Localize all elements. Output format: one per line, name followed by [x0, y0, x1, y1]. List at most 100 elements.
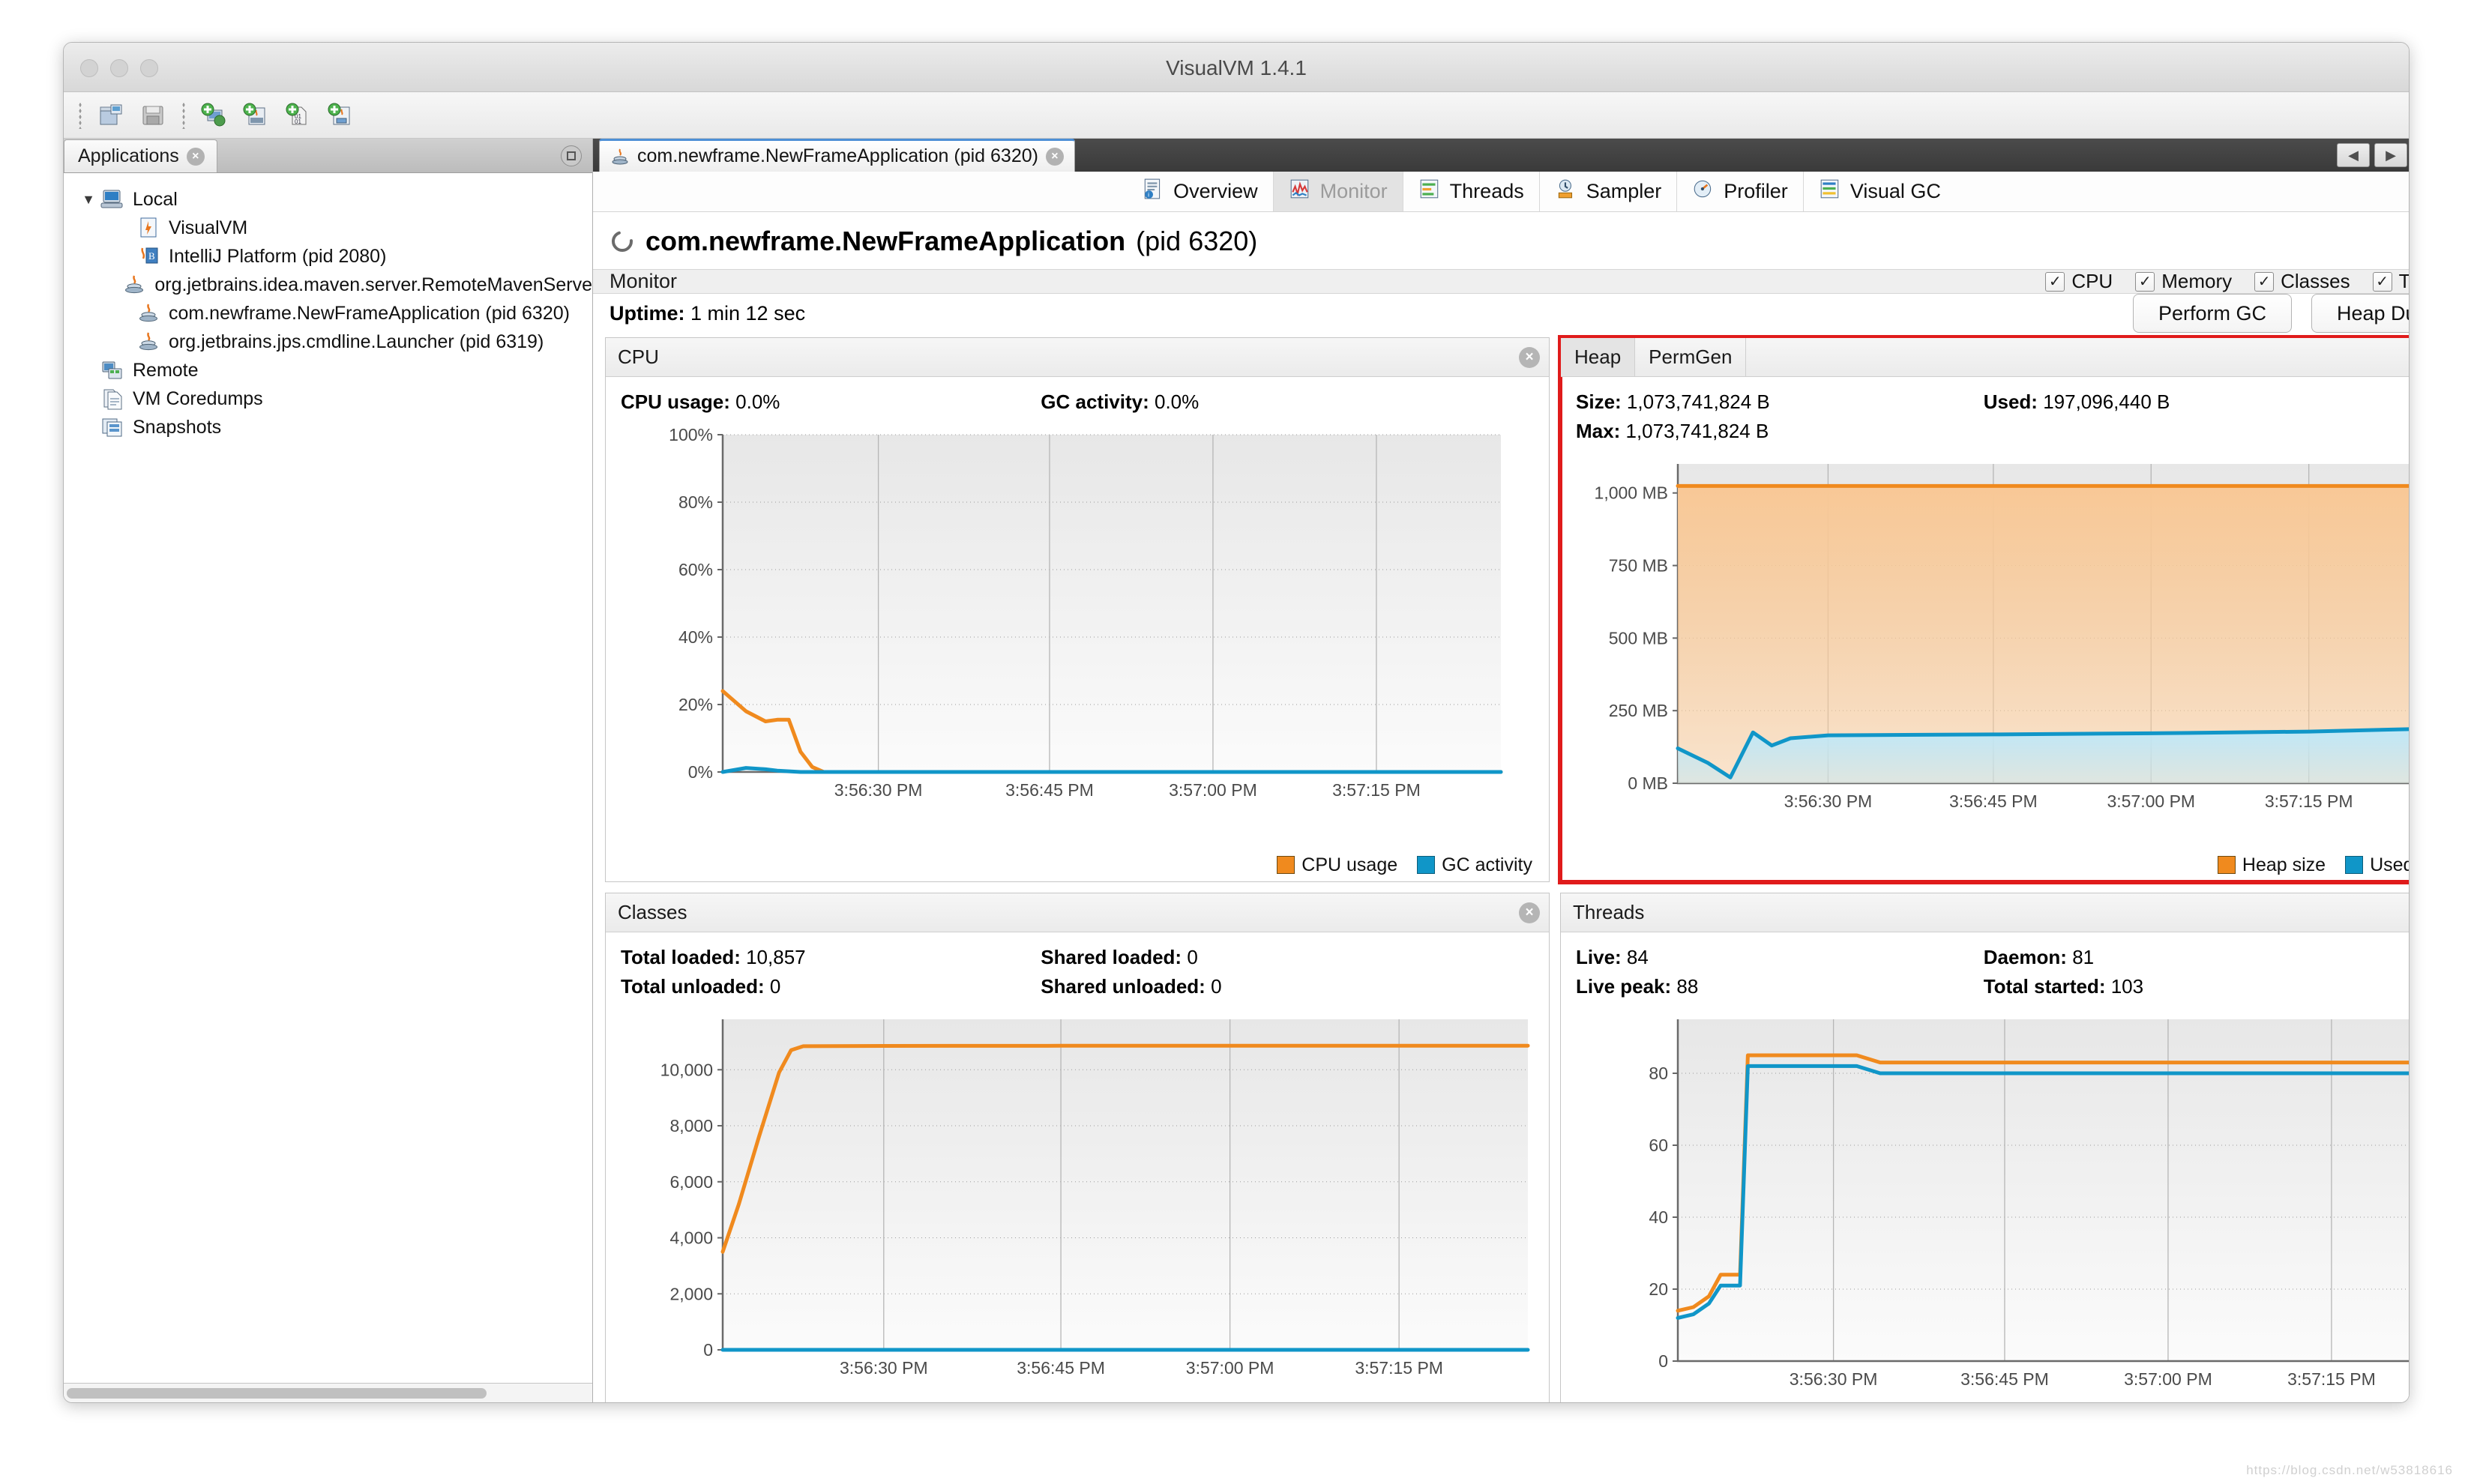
stat-value: 10,857 — [746, 946, 806, 968]
checkbox-threads[interactable]: ✓ Threads — [2372, 270, 2409, 293]
y-tick-label: 1,000 MB — [1595, 483, 1668, 503]
stat-cell: Daemon: 81 — [1984, 943, 2094, 972]
tree-item-visualvm[interactable]: VisualVM — [64, 214, 592, 242]
tab-label: Threads — [1449, 180, 1524, 202]
cpu-stats: CPU usage: 0.0% GC activity: 0.0% — [606, 377, 1549, 421]
scrollbar-thumb[interactable] — [67, 1387, 487, 1399]
cpu-legend: CPU usage GC activity — [606, 848, 1549, 881]
classes-chart[interactable]: 0 2,000 4,000 6,000 8,000 10,000 3:56:30 PM 3:5… — [606, 1006, 1549, 1402]
heap-dump-button[interactable]: Heap Dump — [2311, 294, 2409, 333]
tab-permgen[interactable]: PermGen — [1635, 338, 1747, 376]
tab-monitor[interactable]: Monitor — [1272, 172, 1403, 211]
applications-sidebar: Applications × ▼ Local VisualVM B IntelliJ P… — [64, 139, 593, 1402]
x-tick-label: 3:57:15 PM — [2287, 1369, 2376, 1389]
checkbox-classes[interactable]: ✓ Classes — [2254, 270, 2350, 293]
legend-item: GC activity — [1417, 854, 1532, 876]
x-tick-label: 3:57:15 PM — [1355, 1358, 1443, 1378]
tab-sampler[interactable]: Sampler — [1538, 172, 1677, 211]
tab-overview[interactable]: i Overview — [1127, 172, 1273, 211]
legend-item: Used heap — [2345, 854, 2410, 876]
checkmark-icon: ✓ — [2372, 271, 2392, 292]
stat-value: 81 — [2072, 946, 2095, 968]
classes-panel: Classes × Total loaded: 10,857 Shared loa… — [605, 893, 1550, 1402]
y-tick-label: 40 — [1649, 1207, 1668, 1227]
tree-item-org-jetbrains-jps-cmdline-launcher[interactable]: org.jetbrains.jps.cmdline.Launcher (pid … — [64, 328, 592, 356]
minimize-panel-icon[interactable] — [561, 145, 582, 166]
tab-profiler[interactable]: Profiler — [1676, 172, 1803, 211]
checkbox-memory[interactable]: ✓ Memory — [2135, 270, 2232, 293]
computer-icon — [100, 188, 125, 211]
classes-panel-title: Classes — [618, 901, 687, 923]
tree-item-remote[interactable]: Remote — [64, 356, 592, 384]
sidebar-horizontal-scrollbar[interactable] — [64, 1383, 592, 1402]
tree-item-org-jetbrains-idea-maven-server-remotemavenserve[interactable]: org.jetbrains.idea.maven.server.RemoteMa… — [64, 271, 592, 299]
close-icon[interactable]: × — [1045, 147, 1064, 166]
tree-item-label: com.newframe.NewFrameApplication (pid 63… — [169, 302, 570, 324]
tree-item-local[interactable]: ▼ Local — [64, 185, 592, 214]
document-tab-newframeapplication[interactable]: com.newframe.NewFrameApplication (pid 63… — [599, 139, 1075, 172]
stat-line: Size: 1,073,741,824 B Used: 197,096,440 B — [1576, 387, 2409, 417]
stat-line: Live: 84 Daemon: 81 — [1576, 943, 2409, 972]
tab-label: Monitor — [1319, 180, 1388, 202]
tab-label: Visual GC — [1850, 180, 1941, 202]
cpu-chart[interactable]: 0% 20% 40% 60% 80% 100% 3:56:30 PM 3:56:45 PM 3:… — [606, 421, 1549, 848]
threads-panel-header: Threads × — [1561, 893, 2409, 932]
legend-label: CPU usage — [1301, 854, 1398, 875]
main-toolbar: 01 01 — [64, 92, 2409, 139]
checkmark-icon: ✓ — [2045, 271, 2065, 292]
toolbar-separator-2 — [182, 101, 185, 129]
y-tick-label: 10,000 — [660, 1060, 713, 1079]
nav-back-icon[interactable]: ◀ — [2337, 143, 2370, 167]
tab-visual-gc[interactable]: Visual GC — [1802, 172, 1956, 211]
tree-item-vm[interactable]: VM Coredumps — [64, 384, 592, 413]
nav-forward-icon[interactable]: ▶ — [2374, 143, 2407, 167]
save-icon[interactable] — [136, 98, 170, 133]
x-tick-label: 3:56:30 PM — [1784, 791, 1873, 811]
y-tick-label: 0 MB — [1628, 773, 1668, 793]
add-remote-host-icon[interactable] — [197, 98, 232, 133]
stat-label: CPU usage: — [621, 390, 730, 413]
add-jmx-connection-icon[interactable] — [239, 98, 274, 133]
twisty-icon[interactable]: ▼ — [77, 192, 100, 208]
perform-gc-button[interactable]: Perform GC — [2133, 294, 2292, 333]
heap-chart[interactable]: 0 MB 250 MB 500 MB 750 MB 1,000 MB 3:56:30 PM… — [1561, 450, 2409, 848]
legend-item: CPU usage — [1277, 854, 1397, 876]
stat-label: Live peak: — [1576, 975, 1672, 998]
sampler-icon — [1555, 178, 1577, 205]
add-vm-coredump-icon[interactable]: 01 01 — [281, 98, 316, 133]
uptime-label: Uptime: — [610, 301, 685, 325]
classes-chart-svg: 0 2,000 4,000 6,000 8,000 10,000 3:56:30 PM 3:5… — [660, 1019, 1530, 1378]
stat-label: Max: — [1576, 420, 1621, 442]
close-icon[interactable]: × — [1519, 347, 1540, 368]
open-file-icon[interactable] — [94, 98, 128, 133]
y-tick-label: 0 — [703, 1340, 713, 1360]
stat-cell: Live peak: 88 — [1576, 972, 1984, 1001]
monitor-checkbox-group: ✓ CPU ✓ Memory ✓ Classes ✓ Threads — [2045, 270, 2409, 293]
stat-value: 88 — [1676, 975, 1699, 998]
tree-item-com-newframe-newframeapplication[interactable]: com.newframe.NewFrameApplication (pid 63… — [64, 299, 592, 328]
checkbox-cpu[interactable]: ✓ CPU — [2045, 270, 2113, 293]
tab-heap[interactable]: Heap — [1561, 338, 1636, 376]
svg-text:01: 01 — [295, 118, 301, 125]
tab-applications[interactable]: Applications × — [64, 139, 217, 172]
legend-label: Used heap — [2370, 854, 2410, 875]
threads-chart[interactable]: 0 20 40 60 80 3:56:30 PM 3:56:45 PM 3:57:00 PM 3… — [1561, 1006, 2409, 1402]
document-tab-label: com.newframe.NewFrameApplication (pid 63… — [637, 145, 1038, 166]
tree-item-label: Snapshots — [133, 416, 222, 438]
document-nav-buttons: ◀▶▾▣ — [2337, 143, 2409, 167]
close-icon[interactable]: × — [186, 147, 205, 166]
tab-threads[interactable]: Threads — [1402, 172, 1539, 211]
x-tick-label: 3:56:45 PM — [1949, 791, 2038, 811]
y-tick-label: 750 MB — [1609, 556, 1668, 576]
uptime-value: 1 min 12 sec — [690, 301, 806, 325]
add-snapshot-icon[interactable] — [323, 98, 358, 133]
intellij-icon: B — [136, 245, 161, 268]
overview-icon: i — [1142, 178, 1164, 205]
tree-item-snapshots[interactable]: Snapshots — [64, 413, 592, 441]
legend-swatch — [1417, 856, 1436, 874]
stat-value: 84 — [1626, 946, 1649, 968]
y-tick-label: 60 — [1649, 1135, 1668, 1155]
stat-cell: Size: 1,073,741,824 B — [1576, 387, 1984, 417]
tree-item-intellij[interactable]: B IntelliJ Platform (pid 2080) — [64, 242, 592, 271]
close-icon[interactable]: × — [1519, 902, 1540, 923]
